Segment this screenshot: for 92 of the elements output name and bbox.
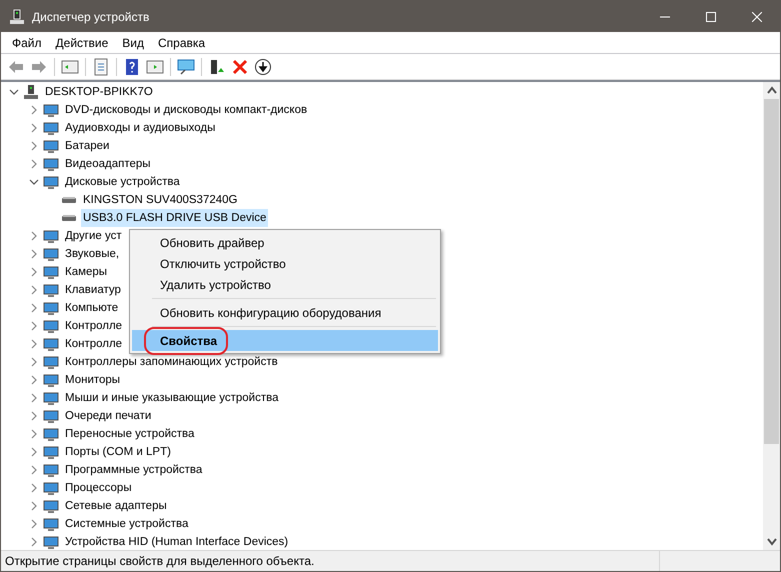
device-icon [43, 462, 59, 478]
tree-item[interactable]: Очереди печати [63, 407, 154, 425]
menu-item[interactable]: Действие [48, 32, 116, 52]
device-icon [43, 516, 59, 532]
expand-chevron-icon[interactable] [29, 447, 39, 457]
device-icon [43, 174, 59, 190]
device-icon [43, 498, 59, 514]
device-icon [43, 246, 59, 262]
tree-item[interactable]: Звуковые, [63, 245, 122, 263]
device-icon [43, 282, 59, 298]
tree-item[interactable]: Батареи [63, 137, 112, 155]
expand-chevron-icon[interactable] [29, 123, 39, 133]
device-icon [43, 480, 59, 496]
context-menu-item[interactable]: Обновить драйвер [132, 232, 438, 253]
expand-chevron-icon[interactable] [29, 501, 39, 511]
expand-chevron-icon[interactable] [29, 285, 39, 295]
app-icon [9, 8, 25, 24]
device-icon [43, 228, 59, 244]
disk-drive-icon [61, 196, 77, 204]
close-icon [752, 12, 762, 22]
expand-chevron-icon[interactable] [29, 267, 39, 277]
expand-chevron-icon[interactable] [29, 519, 39, 529]
context-menu-item[interactable]: Отключить устройство [132, 253, 438, 274]
expand-chevron-icon[interactable] [29, 249, 39, 259]
collapse-chevron-icon[interactable] [29, 177, 39, 187]
context-menu-item[interactable]: Свойства [132, 330, 438, 351]
window-title: Диспетчер устройств [32, 8, 150, 26]
device-icon [43, 102, 59, 118]
expand-chevron-icon[interactable] [29, 411, 39, 421]
menu-item[interactable]: Вид [115, 32, 151, 52]
tree-item[interactable]: DESKTOP-BPIKK7O [43, 83, 155, 101]
expand-chevron-icon[interactable] [29, 393, 39, 403]
device-icon [43, 426, 59, 442]
scrollbar-thumb[interactable] [764, 99, 779, 444]
tree-item[interactable]: Другие уст [63, 227, 124, 245]
tree-item[interactable]: Дисковые устройства [63, 173, 182, 191]
maximize-icon [706, 12, 716, 22]
computer-icon [23, 84, 39, 100]
device-icon [43, 156, 59, 172]
device-icon [43, 390, 59, 406]
context-menu-item[interactable]: Удалить устройство [132, 274, 438, 295]
expand-chevron-icon[interactable] [29, 303, 39, 313]
tree-item[interactable]: Системные устройства [63, 515, 190, 533]
tree-item[interactable]: Видеоадаптеры [63, 155, 153, 173]
expand-chevron-icon[interactable] [29, 465, 39, 475]
device-icon [43, 138, 59, 154]
device-icon [43, 444, 59, 460]
tree-item[interactable]: USB3.0 FLASH DRIVE USB Device [81, 209, 268, 227]
tree-item[interactable]: Контролле [63, 335, 124, 353]
expand-chevron-icon[interactable] [29, 357, 39, 367]
expand-chevron-icon[interactable] [29, 141, 39, 151]
status-text: Открытие страницы свойств для выделенного объекта. [4, 553, 316, 570]
expand-chevron-icon[interactable] [29, 159, 39, 169]
expand-chevron-icon[interactable] [29, 105, 39, 115]
tree-item[interactable]: Камеры [63, 263, 110, 281]
collapse-chevron-icon[interactable] [9, 87, 19, 97]
expand-chevron-icon[interactable] [29, 231, 39, 241]
device-icon [43, 354, 59, 370]
device-icon [43, 120, 59, 136]
tree-item[interactable]: Аудиовходы и аудиовыходы [63, 119, 218, 137]
context-menu-item[interactable]: Обновить конфигурацию оборудования [132, 302, 438, 323]
device-icon [43, 534, 59, 550]
expand-chevron-icon[interactable] [29, 483, 39, 493]
tree-item[interactable]: Сетевые адаптеры [63, 497, 169, 515]
tree-item[interactable]: Компьюте [63, 299, 120, 317]
tree-item[interactable]: Процессоры [63, 479, 134, 497]
tree-item[interactable]: DVD-дисководы и дисководы компакт-дисков [63, 101, 310, 119]
tree-item[interactable]: KINGSTON SUV400S37240G [81, 191, 240, 209]
device-icon [43, 318, 59, 334]
tree-item[interactable]: Мыши и иные указывающие устройства [63, 389, 281, 407]
tree-item[interactable]: Клавиатур [63, 281, 123, 299]
tree-item[interactable]: Контроллеры запоминающих устройств [63, 353, 280, 371]
tree-item[interactable]: Устройства HID (Human Interface Devices) [63, 533, 290, 550]
device-icon [43, 336, 59, 352]
expand-chevron-icon[interactable] [29, 375, 39, 385]
tree-item[interactable]: Контролле [63, 317, 124, 335]
disk-drive-icon [61, 214, 77, 222]
expand-chevron-icon[interactable] [29, 429, 39, 439]
tree-item[interactable]: Порты (COM и LPT) [63, 443, 173, 461]
menu-item[interactable]: Справка [151, 32, 212, 52]
tree-item[interactable]: Программные устройства [63, 461, 204, 479]
device-icon [43, 300, 59, 316]
menu-item[interactable]: Файл [5, 32, 49, 52]
tree-item[interactable]: Мониторы [63, 371, 122, 389]
device-icon [43, 264, 59, 280]
expand-chevron-icon[interactable] [29, 339, 39, 349]
scrollbar[interactable] [763, 82, 780, 550]
expand-chevron-icon[interactable] [29, 537, 39, 547]
expand-chevron-icon[interactable] [29, 321, 39, 331]
device-icon [43, 408, 59, 424]
device-icon [43, 372, 59, 388]
tree-item[interactable]: Переносные устройства [63, 425, 196, 443]
